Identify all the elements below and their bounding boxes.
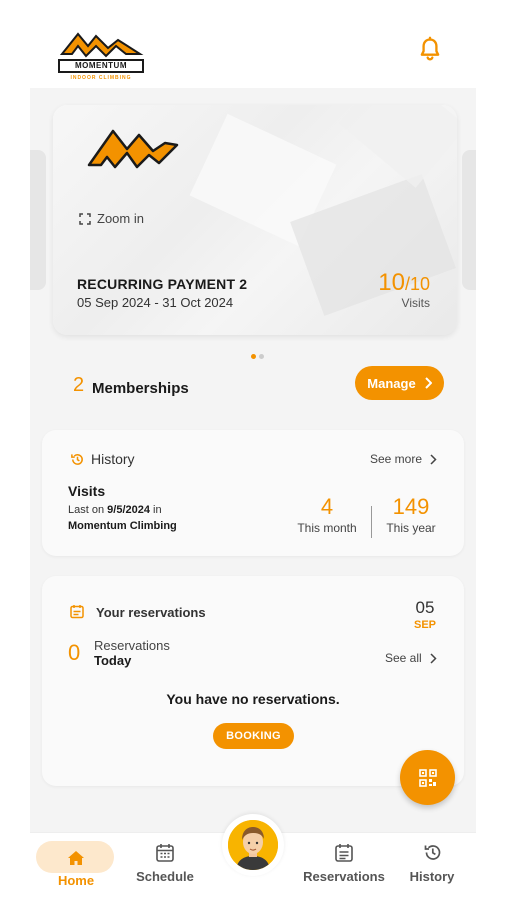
last-visit-location: Momentum Climbing bbox=[68, 520, 177, 532]
avatar bbox=[228, 820, 278, 870]
reservations-count: 0 bbox=[68, 640, 81, 665]
see-more-link[interactable]: See more bbox=[370, 452, 437, 466]
this-year-label: This year bbox=[386, 521, 436, 535]
user-avatar-icon bbox=[228, 820, 278, 870]
visits-used: 10 bbox=[378, 269, 405, 296]
qr-code-button[interactable] bbox=[400, 750, 455, 805]
visits-label: Visits bbox=[401, 296, 430, 310]
history-icon bbox=[71, 454, 83, 465]
visits-heading: Visits bbox=[68, 483, 106, 499]
manage-label: Manage bbox=[367, 375, 416, 391]
history-title: History bbox=[91, 451, 135, 467]
visits-counter: 10/10 bbox=[378, 269, 430, 297]
bell-icon[interactable] bbox=[416, 36, 444, 64]
membership-card[interactable]: Zoom in RECURRING PAYMENT 2 05 Sep 2024 … bbox=[53, 105, 457, 335]
top-bar: MOMENTUM INDOOR CLIMBING bbox=[0, 0, 507, 88]
history-icon bbox=[423, 841, 442, 863]
card-brand-logo bbox=[87, 129, 179, 169]
nav-reservations-label: Reservations bbox=[303, 869, 385, 884]
home-icon bbox=[67, 847, 85, 869]
last-on-prefix: Last on bbox=[68, 504, 105, 516]
stat-divider bbox=[371, 506, 372, 538]
next-card-peek[interactable] bbox=[462, 150, 476, 290]
chevron-right-icon bbox=[424, 377, 432, 389]
logo-wordmark: MOMENTUM bbox=[58, 59, 144, 73]
chevron-right-icon bbox=[430, 453, 437, 465]
zoom-in-label: Zoom in bbox=[97, 211, 144, 226]
date-month: SEP bbox=[413, 619, 436, 631]
prev-card-peek[interactable] bbox=[30, 150, 46, 290]
nav-home-label: Home bbox=[57, 873, 95, 888]
zoom-in-button[interactable]: Zoom in bbox=[79, 211, 144, 226]
qr-code-icon bbox=[418, 768, 437, 787]
today-label: Today bbox=[94, 653, 132, 668]
reservations-title: Your reservations bbox=[96, 605, 206, 620]
history-panel: History See more Visits Last on 9/5/2024… bbox=[42, 430, 464, 556]
carousel-dot-active[interactable] bbox=[251, 354, 256, 359]
plan-name: RECURRING PAYMENT 2 bbox=[77, 276, 248, 292]
carousel-indicator bbox=[251, 354, 264, 359]
calendar-icon bbox=[70, 605, 84, 619]
profile-avatar-button[interactable] bbox=[222, 814, 284, 876]
last-on-suffix: in bbox=[153, 504, 162, 516]
booking-button[interactable]: BOOKING bbox=[213, 723, 294, 749]
memberships-label: Memberships bbox=[92, 380, 189, 397]
reservations-label: Reservations bbox=[94, 638, 170, 653]
nav-history[interactable]: History bbox=[392, 841, 472, 893]
see-more-label: See more bbox=[370, 452, 423, 466]
logo-tagline: INDOOR CLIMBING bbox=[70, 75, 132, 81]
nav-schedule[interactable]: Schedule bbox=[125, 841, 205, 893]
nav-reservations[interactable]: Reservations bbox=[302, 841, 386, 893]
nav-home[interactable]: Home bbox=[36, 841, 116, 893]
plan-dates: 05 Sep 2024 - 31 Oct 2024 bbox=[77, 295, 234, 310]
calendar-grid-icon bbox=[156, 841, 174, 863]
carousel-dot[interactable] bbox=[259, 354, 264, 359]
nav-history-label: History bbox=[409, 869, 455, 884]
date-day: 05 bbox=[415, 598, 435, 617]
reservations-panel: Your reservations 05 SEP 0 Reservations … bbox=[42, 576, 464, 786]
calendar-list-icon bbox=[335, 841, 353, 863]
see-all-label: See all bbox=[385, 651, 422, 665]
visits-total: /10 bbox=[404, 274, 430, 294]
memberships-count: 2 bbox=[73, 374, 85, 396]
empty-reservations-message: You have no reservations. bbox=[166, 691, 340, 707]
manage-button[interactable]: Manage bbox=[355, 366, 444, 400]
chevron-right-icon bbox=[430, 652, 437, 664]
visits-this-year: 149 bbox=[392, 494, 430, 519]
visits-this-month: 4 bbox=[320, 494, 334, 519]
last-visit-info: Last on 9/5/2024 in bbox=[68, 504, 162, 516]
expand-icon bbox=[79, 212, 91, 225]
nav-schedule-label: Schedule bbox=[136, 869, 194, 884]
see-all-link[interactable]: See all bbox=[385, 651, 437, 665]
last-visit-date: 9/5/2024 bbox=[107, 504, 150, 516]
this-month-label: This month bbox=[297, 521, 357, 535]
